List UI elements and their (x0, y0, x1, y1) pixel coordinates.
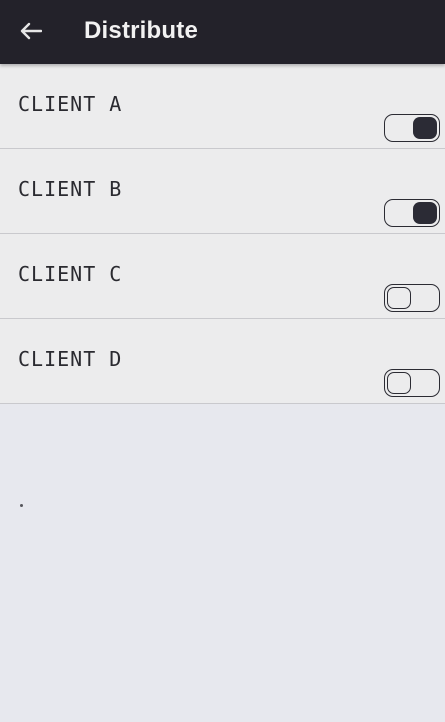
toggle-knob (413, 117, 437, 139)
list-item-client-c[interactable]: CLIENT C (0, 234, 445, 319)
client-label: CLIENT B (18, 177, 123, 201)
client-label: CLIENT A (18, 92, 123, 116)
toggle-knob (413, 202, 437, 224)
back-button[interactable] (14, 14, 48, 48)
toggle-knob (387, 372, 411, 394)
screen-speck (20, 504, 23, 507)
page-title: Distribute (84, 17, 199, 44)
list-item-client-a[interactable]: CLIENT A (0, 64, 445, 149)
client-label: CLIENT D (18, 347, 123, 371)
client-list: CLIENT A CLIENT B CLIENT C CLIENT D (0, 64, 445, 404)
list-item-client-b[interactable]: CLIENT B (0, 149, 445, 234)
app-bar: Distribute (0, 0, 445, 64)
client-toggle[interactable] (384, 114, 440, 142)
client-toggle[interactable] (384, 199, 440, 227)
client-toggle[interactable] (384, 369, 440, 397)
list-item-client-d[interactable]: CLIENT D (0, 319, 445, 404)
toggle-knob (387, 287, 411, 309)
client-label: CLIENT C (18, 262, 123, 286)
client-toggle[interactable] (384, 284, 440, 312)
empty-area (0, 404, 445, 722)
arrow-left-icon (20, 22, 42, 40)
